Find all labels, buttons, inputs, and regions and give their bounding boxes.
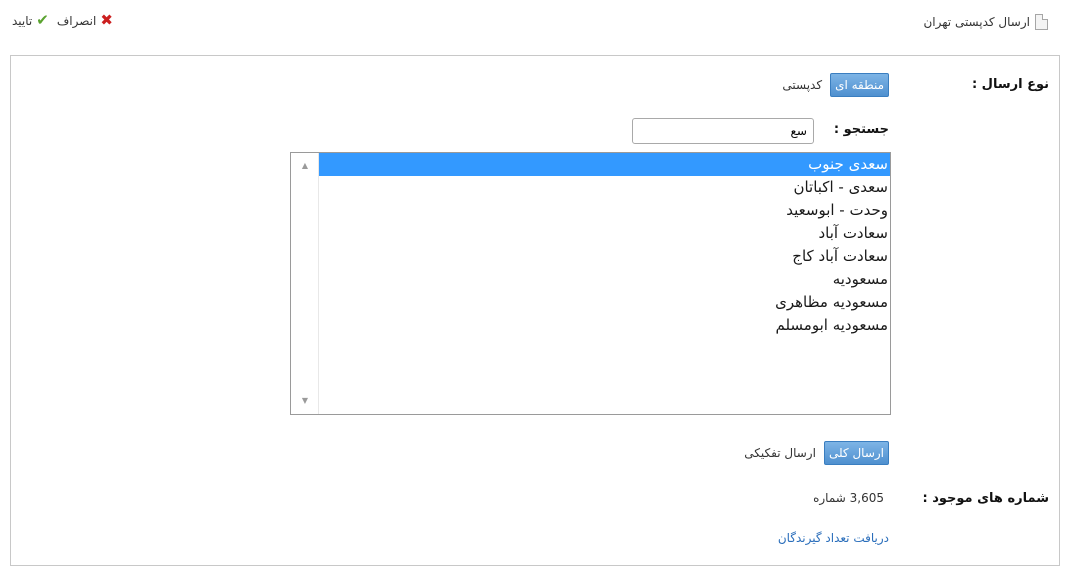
confirm-button[interactable]: ✔ تایید (12, 13, 49, 28)
region-option[interactable]: سعدی - اکباتان (319, 176, 890, 199)
region-option[interactable]: وحدت - ابوسعید (319, 199, 890, 222)
action-buttons: ✔ تایید ✖ انصراف (12, 13, 113, 28)
region-option[interactable]: سعادت آباد کاج (319, 245, 890, 268)
page-title: ارسال کدپستی تهران (923, 15, 1030, 29)
region-option[interactable]: مسعودیه ابومسلم (319, 314, 890, 337)
region-option[interactable]: سعدی جنوب (319, 153, 890, 176)
regions-listbox[interactable]: ▲ ▼ سعدی جنوب سعدی - اکباتان وحدت - ابوس… (290, 152, 891, 415)
scroll-up-icon[interactable]: ▲ (300, 161, 310, 171)
listbox-scrollbar[interactable]: ▲ ▼ (291, 153, 319, 414)
check-icon: ✔ (36, 11, 49, 29)
send-type-label: نوع ارسال : (971, 77, 1049, 92)
send-mode-separate-button[interactable]: ارسال تفکیکی (736, 442, 824, 464)
close-icon: ✖ (100, 11, 113, 29)
window-title: ارسال کدپستی تهران (923, 11, 1048, 33)
confirm-label: تایید (12, 13, 33, 28)
toolbar: ارسال کدپستی تهران ✔ تایید ✖ انصراف (0, 0, 1070, 46)
available-numbers-label: شماره های موجود : (922, 491, 1049, 506)
available-numbers-value: 3,605 شماره (813, 491, 884, 505)
regions-options: سعدی جنوب سعدی - اکباتان وحدت - ابوسعید … (319, 153, 890, 337)
cancel-button[interactable]: ✖ انصراف (57, 13, 113, 28)
send-mode-toggle: ارسال کلی ارسال تفکیکی (736, 441, 889, 465)
send-type-regional-button[interactable]: منطقه ای (830, 73, 889, 97)
region-option[interactable]: سعادت آباد (319, 222, 890, 245)
send-type-toggle: منطقه ای کدپستی (774, 73, 889, 97)
region-option[interactable]: مسعودیه (319, 268, 890, 291)
region-option[interactable]: مسعودیه مظاهری (319, 291, 890, 314)
document-icon (1035, 14, 1048, 30)
search-input[interactable] (632, 118, 814, 144)
get-recipients-link[interactable]: دریافت تعداد گیرندگان (778, 531, 889, 545)
scroll-down-icon[interactable]: ▼ (300, 396, 310, 406)
cancel-label: انصراف (56, 13, 97, 28)
search-label: جستجو : (833, 122, 889, 137)
send-type-postcode-button[interactable]: کدپستی (774, 74, 830, 96)
send-mode-total-button[interactable]: ارسال کلی (823, 441, 889, 465)
form-panel: نوع ارسال : منطقه ای کدپستی جستجو : ▲ ▼ … (10, 55, 1060, 566)
